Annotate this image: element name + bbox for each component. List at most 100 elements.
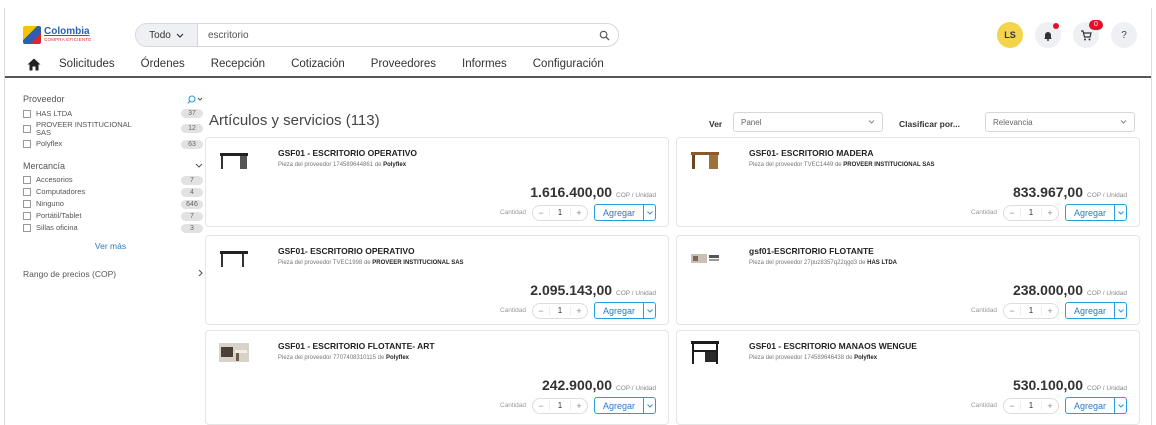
product-subtitle: Pieza del proveedor 27puz8357q22qgd3 de … <box>749 260 897 266</box>
notifications-button[interactable] <box>1035 22 1061 48</box>
checkbox[interactable] <box>23 140 31 149</box>
sort-select[interactable]: Relevancia <box>985 112 1135 132</box>
supplier-name[interactable]: Polyflex <box>386 355 409 361</box>
search-button[interactable] <box>590 30 618 41</box>
supplier-name[interactable]: Polyflex <box>854 355 877 361</box>
product-card[interactable]: gsf01-ESCRITORIO FLOTANTE Pieza del prov… <box>676 235 1140 325</box>
filter-count: 12 <box>181 124 203 134</box>
view-select[interactable]: Panel <box>733 112 883 132</box>
product-card[interactable]: GSF01 - ESCRITORIO MANAOS WENGUE Pieza d… <box>676 330 1140 425</box>
supplier-name[interactable]: HAS LTDA <box>867 260 897 266</box>
proveedor-filter-header[interactable]: Proveedor <box>23 94 203 104</box>
search-input[interactable]: escritorio <box>198 30 590 41</box>
decrement-button[interactable]: − <box>1004 208 1020 218</box>
increment-button[interactable]: + <box>1042 401 1058 411</box>
supplier-name[interactable]: PROVEER INSTITUCIONAL SAS <box>372 260 463 266</box>
filter-option[interactable]: Sillas oficina 3 <box>23 223 203 233</box>
chevron-down-icon <box>646 308 653 313</box>
home-button[interactable] <box>27 58 47 71</box>
add-options-button[interactable] <box>1114 205 1126 220</box>
increment-button[interactable]: + <box>571 306 587 316</box>
product-title[interactable]: GSF01- ESCRITORIO MADERA <box>749 148 874 158</box>
checkbox[interactable] <box>23 176 31 185</box>
filter-count: 7 <box>181 211 203 221</box>
nav-solicitudes[interactable]: Solicitudes <box>59 58 115 70</box>
logo[interactable]: Colombia COMPRA EFICIENTE <box>23 22 123 48</box>
filter-option[interactable]: HAS LTDA 37 <box>23 109 203 118</box>
checkbox[interactable] <box>23 109 31 118</box>
quantity-input[interactable]: 1 <box>548 306 571 315</box>
add-options-button[interactable] <box>643 303 655 318</box>
quantity-label: Cantidad <box>970 307 997 314</box>
checkbox[interactable] <box>23 188 31 197</box>
cart-button[interactable]: 0 <box>1073 20 1103 48</box>
notification-dot <box>1053 23 1059 29</box>
quantity-stepper: −1 + <box>1002 204 1059 221</box>
add-button[interactable]: Agregar <box>1064 204 1127 221</box>
quantity-input[interactable]: 1 <box>1019 401 1042 410</box>
add-options-button[interactable] <box>1114 398 1126 413</box>
add-button[interactable]: Agregar <box>1064 397 1127 414</box>
product-title[interactable]: GSF01 - ESCRITORIO FLOTANTE- ART <box>278 341 435 351</box>
nav-informes[interactable]: Informes <box>462 58 507 70</box>
add-options-button[interactable] <box>1114 303 1126 318</box>
increment-button[interactable]: + <box>1042 208 1058 218</box>
quantity-input[interactable]: 1 <box>1019 208 1042 217</box>
decrement-button[interactable]: − <box>533 208 549 218</box>
add-button[interactable]: Agregar <box>593 302 656 319</box>
ver-mas-link[interactable]: Ver más <box>23 241 198 251</box>
increment-button[interactable]: + <box>1042 306 1058 316</box>
nav-ordenes[interactable]: Órdenes <box>141 58 185 70</box>
checkbox[interactable] <box>23 224 31 233</box>
filter-option[interactable]: Accesorios 7 <box>23 175 203 185</box>
product-title[interactable]: gsf01-ESCRITORIO FLOTANTE <box>749 246 874 256</box>
nav-cotizacion[interactable]: Cotización <box>291 58 345 70</box>
product-card[interactable]: GSF01- ESCRITORIO OPERATIVO Pieza del pr… <box>205 235 669 325</box>
supplier-name[interactable]: PROVEER INSTITUCIONAL SAS <box>843 162 934 168</box>
help-button[interactable]: ? <box>1111 22 1137 48</box>
product-card[interactable]: GSF01 - ESCRITORIO OPERATIVO Pieza del p… <box>205 137 669 227</box>
decrement-button[interactable]: − <box>1004 401 1020 411</box>
add-button[interactable]: Agregar <box>1064 302 1127 319</box>
mercancia-filter-header[interactable]: Mercancía <box>23 161 203 171</box>
user-avatar[interactable]: LS <box>997 22 1023 48</box>
filter-option[interactable]: Ninguno 646 <box>23 199 203 209</box>
price-line: 238.000,00 COP / Unidad <box>1013 282 1127 298</box>
nav-configuracion[interactable]: Configuración <box>533 58 604 70</box>
quantity-input[interactable]: 1 <box>548 401 571 410</box>
price-range-filter[interactable]: Rango de precios (COP) <box>23 269 203 279</box>
increment-button[interactable]: + <box>571 401 587 411</box>
product-card[interactable]: GSF01 - ESCRITORIO FLOTANTE- ART Pieza d… <box>205 330 669 425</box>
decrement-button[interactable]: − <box>533 401 549 411</box>
filter-option-label: PROVEER INSTITUCIONAL SAS <box>36 120 132 137</box>
add-options-button[interactable] <box>643 398 655 413</box>
increment-button[interactable]: + <box>571 208 587 218</box>
filter-option[interactable]: Computadores 4 <box>23 187 203 197</box>
add-button[interactable]: Agregar <box>593 397 656 414</box>
quantity-input[interactable]: 1 <box>548 208 571 217</box>
nav-recepcion[interactable]: Recepción <box>211 58 265 70</box>
decrement-button[interactable]: − <box>533 306 549 316</box>
decrement-button[interactable]: − <box>1004 306 1020 316</box>
chevron-down-icon <box>1117 210 1124 215</box>
add-options-button[interactable] <box>643 205 655 220</box>
product-card[interactable]: GSF01- ESCRITORIO MADERA Pieza del prove… <box>676 137 1140 227</box>
nav-proveedores[interactable]: Proveedores <box>371 58 436 70</box>
filter-option[interactable]: Polyflex 63 <box>23 139 203 149</box>
product-title[interactable]: GSF01 - ESCRITORIO MANAOS WENGUE <box>749 341 917 351</box>
filter-option-label: Portátil/Tablet <box>36 211 82 221</box>
search-scope-select[interactable]: Todo <box>136 24 198 46</box>
search-filter-icon[interactable] <box>187 94 203 104</box>
checkbox[interactable] <box>23 212 31 221</box>
quantity-stepper: −1 + <box>1002 302 1059 319</box>
filter-option[interactable]: Portátil/Tablet 7 <box>23 211 203 221</box>
quantity-input[interactable]: 1 <box>1019 306 1042 315</box>
supplier-name[interactable]: Polyflex <box>383 162 406 168</box>
product-title[interactable]: GSF01 - ESCRITORIO OPERATIVO <box>278 148 417 158</box>
filter-option[interactable]: PROVEER INSTITUCIONAL SAS 12 <box>23 121 203 137</box>
checkbox[interactable] <box>23 124 31 133</box>
product-title[interactable]: GSF01- ESCRITORIO OPERATIVO <box>278 246 415 256</box>
chevron-down-icon <box>176 33 184 38</box>
checkbox[interactable] <box>23 200 31 209</box>
add-button[interactable]: Agregar <box>593 204 656 221</box>
